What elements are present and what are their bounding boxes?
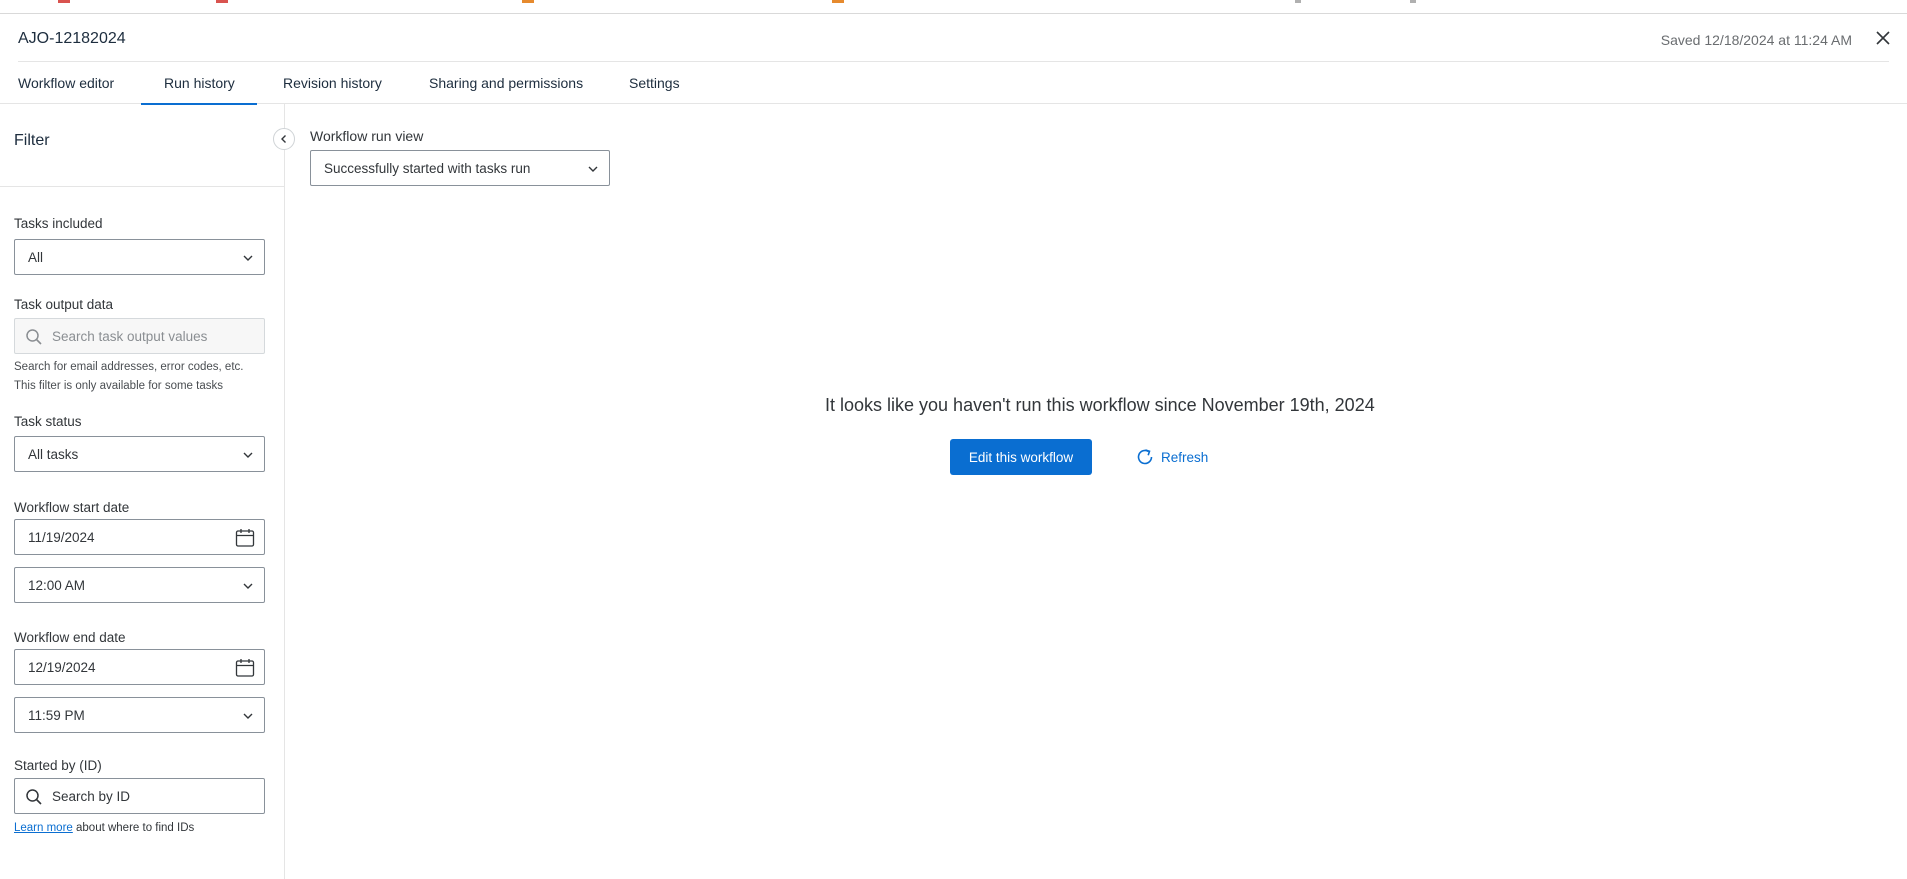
workflow-start-time-select[interactable]: 12:00 AM — [14, 567, 265, 603]
filter-sidebar: Filter Tasks included All Task output da… — [0, 104, 295, 879]
workflow-end-date-value: 12/19/2024 — [28, 660, 96, 675]
tab-run-history[interactable]: Run history — [141, 62, 257, 105]
tab-revision-history[interactable]: Revision history — [283, 62, 382, 104]
workflow-run-view-label: Workflow run view — [310, 128, 424, 144]
workflow-start-date-label: Workflow start date — [14, 500, 130, 515]
refresh-button[interactable]: Refresh — [1135, 447, 1208, 467]
close-icon — [1876, 31, 1890, 45]
chevron-down-icon — [243, 452, 253, 458]
tab-bar: Workflow editor Run history Revision his… — [0, 62, 1907, 105]
started-by-placeholder: Search by ID — [52, 789, 131, 804]
workflow-start-date-input[interactable]: 11/19/2024 — [14, 519, 265, 555]
search-icon — [26, 329, 42, 345]
workflow-run-view-value: Successfully started with tasks run — [324, 161, 531, 176]
task-output-help-line2: This filter is only available for some t… — [14, 380, 223, 392]
workflow-end-time-select[interactable]: 11:59 PM — [14, 697, 265, 733]
tab-sharing-and-permissions[interactable]: Sharing and permissions — [429, 62, 583, 104]
tab-favicon-mark — [522, 0, 534, 3]
task-output-data-label: Task output data — [14, 297, 114, 312]
calendar-icon[interactable] — [235, 528, 255, 548]
tasks-included-value: All — [28, 250, 44, 265]
task-output-search-input[interactable]: Search task output values — [14, 318, 265, 354]
workflow-start-date-value: 11/19/2024 — [28, 530, 95, 545]
task-output-search-placeholder: Search task output values — [52, 329, 208, 344]
task-status-select[interactable]: All tasks — [14, 436, 265, 472]
empty-state-message: It looks like you haven't run this workf… — [825, 395, 1375, 415]
tab-favicon-mark — [216, 0, 228, 3]
chevron-down-icon — [243, 713, 253, 719]
tasks-included-label: Tasks included — [14, 216, 103, 231]
browser-tab-strip — [0, 0, 1907, 14]
chevron-down-icon — [588, 166, 598, 172]
tab-favicon-mark — [1295, 0, 1301, 3]
started-by-label: Started by (ID) — [14, 758, 102, 773]
tab-favicon-mark — [58, 0, 70, 3]
chevron-down-icon — [243, 255, 253, 261]
learn-more-text: Learn more about where to find IDs — [14, 822, 194, 834]
started-by-search-input[interactable]: Search by ID — [14, 778, 265, 814]
search-icon — [26, 789, 42, 805]
edit-workflow-button[interactable]: Edit this workflow — [950, 439, 1092, 475]
workflow-title: AJO-12182024 — [18, 30, 126, 47]
close-button[interactable] — [1873, 28, 1893, 48]
workflow-end-time-value: 11:59 PM — [28, 708, 85, 723]
tasks-included-select[interactable]: All — [14, 239, 265, 275]
workflow-run-view-select[interactable]: Successfully started with tasks run — [310, 150, 610, 186]
tab-favicon-mark — [1410, 0, 1416, 3]
workflow-end-date-input[interactable]: 12/19/2024 — [14, 649, 265, 685]
chevron-down-icon — [243, 583, 253, 589]
learn-more-suffix: about where to find IDs — [72, 822, 195, 834]
calendar-icon[interactable] — [235, 658, 255, 678]
saved-status: Saved 12/18/2024 at 11:24 AM — [1660, 32, 1852, 48]
refresh-label: Refresh — [1161, 449, 1209, 465]
tab-settings[interactable]: Settings — [629, 62, 680, 104]
learn-more-link[interactable]: Learn more — [14, 822, 73, 834]
filter-title: Filter — [14, 132, 50, 149]
tab-favicon-mark — [832, 0, 844, 3]
workflow-end-date-label: Workflow end date — [14, 630, 126, 645]
filter-divider — [0, 186, 284, 187]
refresh-icon — [1137, 449, 1153, 465]
task-status-value: All tasks — [28, 447, 79, 462]
workflow-start-time-value: 12:00 AM — [28, 578, 86, 593]
task-output-help-line1: Search for email addresses, error codes,… — [14, 361, 244, 373]
task-status-label: Task status — [14, 414, 82, 429]
tab-workflow-editor[interactable]: Workflow editor — [18, 62, 114, 104]
collapse-sidebar-button[interactable] — [273, 128, 295, 150]
chevron-left-icon — [281, 135, 286, 143]
